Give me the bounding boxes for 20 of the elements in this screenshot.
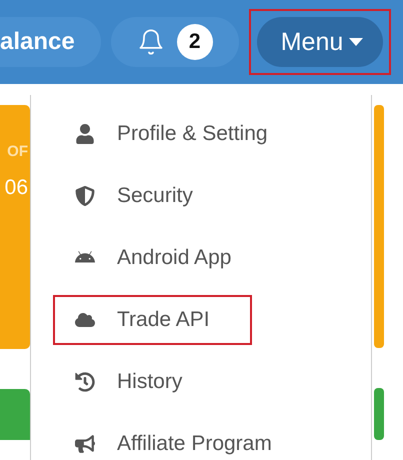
shield-icon bbox=[75, 186, 95, 206]
caret-icon bbox=[349, 38, 364, 46]
stat-card bbox=[0, 388, 30, 440]
menu-item[interactable]: Trade API bbox=[53, 295, 252, 345]
person-icon bbox=[75, 124, 95, 144]
card-edge bbox=[374, 388, 384, 440]
history-icon bbox=[75, 372, 95, 392]
cloud-icon bbox=[75, 310, 95, 330]
notifications-button[interactable]: 2 bbox=[110, 17, 239, 67]
menu-item[interactable]: History bbox=[53, 357, 224, 407]
menu-item[interactable]: Profile & Setting bbox=[53, 109, 310, 159]
megaphone-icon bbox=[75, 434, 95, 454]
menu-button[interactable]: Menu bbox=[256, 17, 384, 67]
bell-icon bbox=[136, 28, 165, 56]
menu-item[interactable]: Android App bbox=[53, 233, 274, 283]
card-value: 06 bbox=[4, 176, 28, 200]
notification-count: 2 bbox=[176, 24, 213, 60]
card-label: OF bbox=[7, 143, 28, 160]
menu-item[interactable]: Security bbox=[53, 171, 235, 221]
menu-item[interactable]: Affiliate Program bbox=[53, 419, 314, 460]
